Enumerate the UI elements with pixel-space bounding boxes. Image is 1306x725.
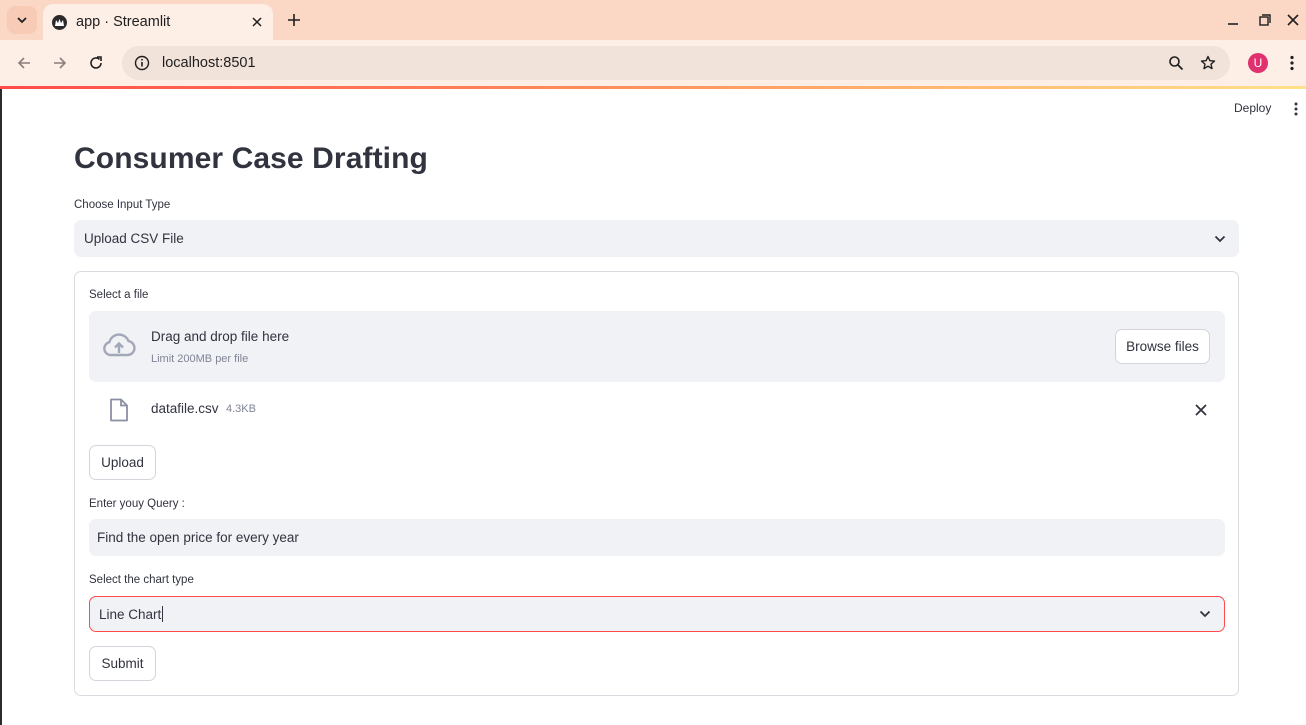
submit-button[interactable]: Submit [89,646,156,681]
url-port: :8501 [219,55,256,71]
input-type-select[interactable]: Upload CSV File [74,220,1239,257]
cloud-upload-icon [103,333,136,357]
streamlit-favicon-icon [52,14,67,30]
window-edge [0,89,2,725]
browser-tab-bar: app · Streamlit [0,0,1306,40]
app-menu-icon[interactable] [1290,100,1302,118]
input-type-value: Upload CSV File [84,231,184,246]
chevron-down-icon [17,17,27,24]
browser-tab[interactable]: app · Streamlit [43,4,273,40]
query-label: Enter youy Query : [89,498,185,510]
chart-type-value: Line Chart [99,606,162,622]
input-type-label: Choose Input Type [74,199,171,211]
zoom-icon[interactable] [1167,54,1185,72]
uploaded-file-size: 4.3KB [226,403,256,415]
reload-icon[interactable] [84,51,108,75]
page-title: Consumer Case Drafting [74,142,428,175]
deploy-button[interactable]: Deploy [1226,98,1279,118]
chevron-down-icon [1213,232,1227,246]
window-close-icon[interactable] [1285,12,1301,28]
forward-icon[interactable] [48,51,72,75]
streamlit-header-decoration [0,86,1306,89]
restore-icon[interactable] [1257,12,1273,28]
upload-button[interactable]: Upload [89,445,156,480]
address-bar[interactable]: localhost:8501 [122,46,1230,80]
file-icon [110,398,128,422]
dropzone-limit: Limit 200MB per file [151,353,249,365]
chart-type-select[interactable]: Line Chart [89,596,1225,632]
site-info-icon[interactable] [134,55,150,71]
file-uploader-label: Select a file [89,289,149,301]
browse-files-button[interactable]: Browse files [1115,329,1210,364]
dropzone-instruction: Drag and drop file here [151,329,290,344]
uploaded-file-name: datafile.csv [151,401,219,416]
new-tab-icon[interactable] [282,8,306,32]
url-host: localhost [162,55,220,71]
bookmark-star-icon[interactable] [1199,54,1217,72]
profile-avatar[interactable]: U [1248,53,1268,73]
url-text: localhost:8501 [162,55,256,71]
browser-toolbar: localhost:8501 U [0,40,1306,86]
text-caret [162,606,164,622]
file-dropzone[interactable]: Drag and drop file here Limit 200MB per … [89,311,1225,382]
tab-title: app · Streamlit [76,14,171,30]
tab-close-icon[interactable] [247,12,267,32]
back-icon[interactable] [12,51,36,75]
minimize-icon[interactable] [1225,12,1241,28]
tab-search-button[interactable] [7,6,37,34]
chevron-down-icon [1198,607,1212,621]
query-input[interactable]: Find the open price for every year [89,519,1225,556]
remove-file-icon[interactable] [1192,401,1210,419]
browser-menu-icon[interactable] [1286,53,1298,73]
chart-type-label: Select the chart type [89,574,194,586]
query-value: Find the open price for every year [97,530,299,545]
